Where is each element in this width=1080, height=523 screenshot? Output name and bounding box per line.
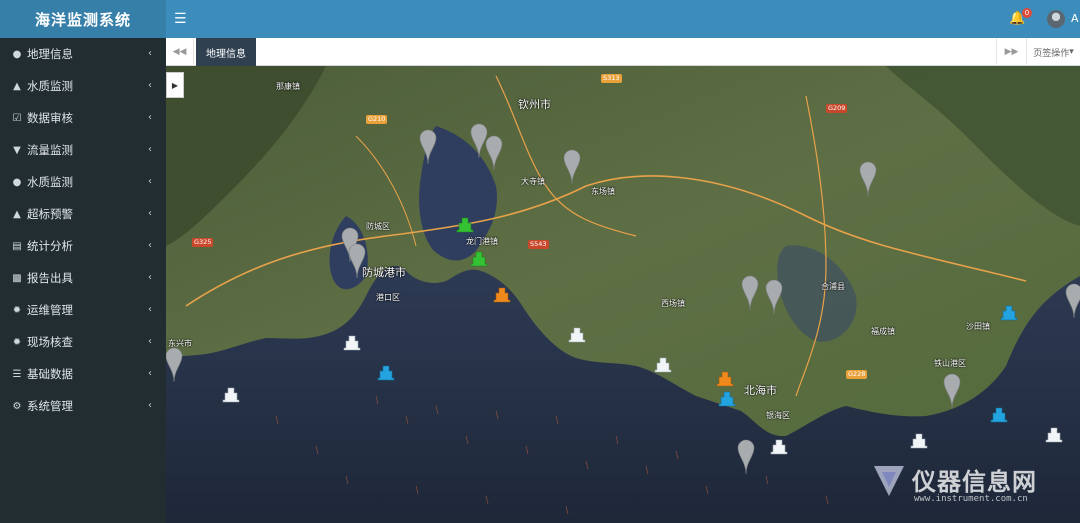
chevron-left-icon: ‹ — [148, 144, 152, 155]
buoy-white-icon — [222, 327, 1063, 455]
user-name[interactable]: A — [1071, 12, 1079, 25]
globe-icon: ● — [12, 48, 22, 60]
top-navbar: ☰ 🔔 0 A — [166, 0, 1080, 38]
location-pin-icon — [1065, 283, 1080, 319]
watermark-url: www.instrument.com.cn — [914, 494, 1028, 504]
bell-icon: ▲ — [13, 208, 21, 220]
chevron-left-icon: ‹ — [148, 400, 152, 411]
location-pin-icon — [485, 135, 503, 171]
tab-operations-label: 页签操作 — [1033, 48, 1070, 59]
sidebar-item-label: 统计分析 — [27, 239, 73, 253]
watermark-brand: 仪器信息网 — [912, 468, 1037, 496]
tab-operations-dropdown[interactable]: 页签操作 ▾ — [1026, 38, 1080, 66]
sidebar-item-flow-monitor[interactable]: ▼ 流量监测 ‹ — [0, 134, 166, 166]
buoy-orange-icon — [493, 287, 734, 387]
sidebar-item-reports[interactable]: ▩ 报告出具 ‹ — [0, 262, 166, 294]
user-avatar[interactable] — [1047, 10, 1065, 28]
filter-icon: ▼ — [13, 144, 21, 156]
cogs-icon: ✹ — [12, 304, 22, 316]
location-pin-icon — [166, 347, 183, 383]
printer-icon: ▩ — [12, 272, 22, 284]
location-pin-icon — [470, 123, 488, 159]
satellite-map[interactable]: ▶ 钦州市 防城港市 北海市 防城区 港口区 铁山港区 银海区 合浦县 龙门港镇… — [166, 66, 1080, 523]
chevron-left-icon: ‹ — [148, 240, 152, 251]
buoy-green-icon — [456, 217, 488, 267]
sidebar-item-data-review[interactable]: ☑ 数据审核 ‹ — [0, 102, 166, 134]
chevron-left-icon: ‹ — [148, 112, 152, 123]
location-pin-icon — [765, 279, 783, 315]
chevron-left-icon: ‹ — [148, 272, 152, 283]
flask-icon: ▲ — [13, 80, 21, 92]
gear-icon: ⚙ — [12, 400, 22, 412]
sidebar-item-label: 运维管理 — [27, 303, 73, 317]
chevron-left-icon: ‹ — [148, 208, 152, 219]
tab-bar: ◀◀ 地理信息 ▶▶ 页签操作 ▾ — [166, 38, 1080, 66]
chevron-left-icon: ‹ — [148, 336, 152, 347]
sidebar-item-label: 水质监测 — [27, 79, 73, 93]
chevron-left-icon: ‹ — [148, 176, 152, 187]
sidebar-item-base-data[interactable]: ☰ 基础数据 ‹ — [0, 358, 166, 390]
sidebar-item-operations[interactable]: ✹ 运维管理 ‹ — [0, 294, 166, 326]
sidebar-item-label: 数据审核 — [27, 111, 73, 125]
sidebar-item-system[interactable]: ⚙ 系统管理 ‹ — [0, 390, 166, 422]
watermark: 仪器信息网 www.instrument.com.cn — [866, 454, 1076, 510]
cogs-icon: ✹ — [12, 336, 22, 348]
sidebar-item-water-quality-2[interactable]: ● 水质监测 ‹ — [0, 166, 166, 198]
location-pin-icon — [348, 243, 366, 279]
tab-geo-info[interactable]: 地理信息 — [196, 38, 256, 66]
location-pin-icon — [563, 149, 581, 185]
notification-badge: 0 — [1022, 8, 1032, 18]
sidebar-item-geo-info[interactable]: ● 地理信息 ‹ — [0, 38, 166, 70]
sidebar-item-label: 地理信息 — [27, 47, 73, 61]
tab-scroll-left-button[interactable]: ◀◀ — [166, 38, 194, 66]
sidebar-toggle-icon[interactable]: ☰ — [174, 11, 187, 27]
sidebar-item-label: 现场核查 — [27, 335, 73, 349]
sidebar-item-alert[interactable]: ▲ 超标预警 ‹ — [0, 198, 166, 230]
sidebar-item-label: 系统管理 — [27, 399, 73, 413]
sidebar-item-statistics[interactable]: ▤ 统计分析 ‹ — [0, 230, 166, 262]
sidebar-item-site-check[interactable]: ✹ 现场核查 ‹ — [0, 326, 166, 358]
sidebar-item-label: 水质监测 — [27, 175, 73, 189]
sidebar-item-label: 报告出具 — [27, 271, 73, 285]
sidebar-item-label: 超标预警 — [27, 207, 73, 221]
watermark-logo-icon — [874, 466, 904, 496]
location-pin-icon — [943, 373, 961, 409]
app-root: 海洋监测系统 ☰ 🔔 0 A ● 地理信息 ‹ ▲ 水质监测 ‹ ☑ 数据审核 … — [0, 0, 1080, 523]
chevron-left-icon: ‹ — [148, 80, 152, 91]
chevron-left-icon: ‹ — [148, 304, 152, 315]
sidebar-item-label: 基础数据 — [27, 367, 73, 381]
location-pin-icon — [737, 439, 755, 475]
location-pin-icon — [859, 161, 877, 197]
buoy-blue-icon — [377, 305, 1018, 423]
droplet-icon: ● — [12, 176, 22, 188]
chevron-left-icon: ‹ — [148, 368, 152, 379]
bar-chart-icon: ▤ — [12, 240, 22, 252]
sidebar-item-water-quality[interactable]: ▲ 水质监测 ‹ — [0, 70, 166, 102]
tab-scroll-right-button[interactable]: ▶▶ — [996, 38, 1026, 66]
sidebar-item-label: 流量监测 — [27, 143, 73, 157]
location-pin-icon — [741, 275, 759, 311]
chevron-left-icon: ‹ — [148, 48, 152, 59]
check-square-icon: ☑ — [12, 112, 22, 124]
sidebar: ● 地理信息 ‹ ▲ 水质监测 ‹ ☑ 数据审核 ‹ ▼ 流量监测 ‹ ● 水质… — [0, 38, 166, 523]
location-pin-icon — [419, 129, 437, 165]
app-title: 海洋监测系统 — [0, 0, 166, 38]
database-icon: ☰ — [12, 368, 22, 380]
